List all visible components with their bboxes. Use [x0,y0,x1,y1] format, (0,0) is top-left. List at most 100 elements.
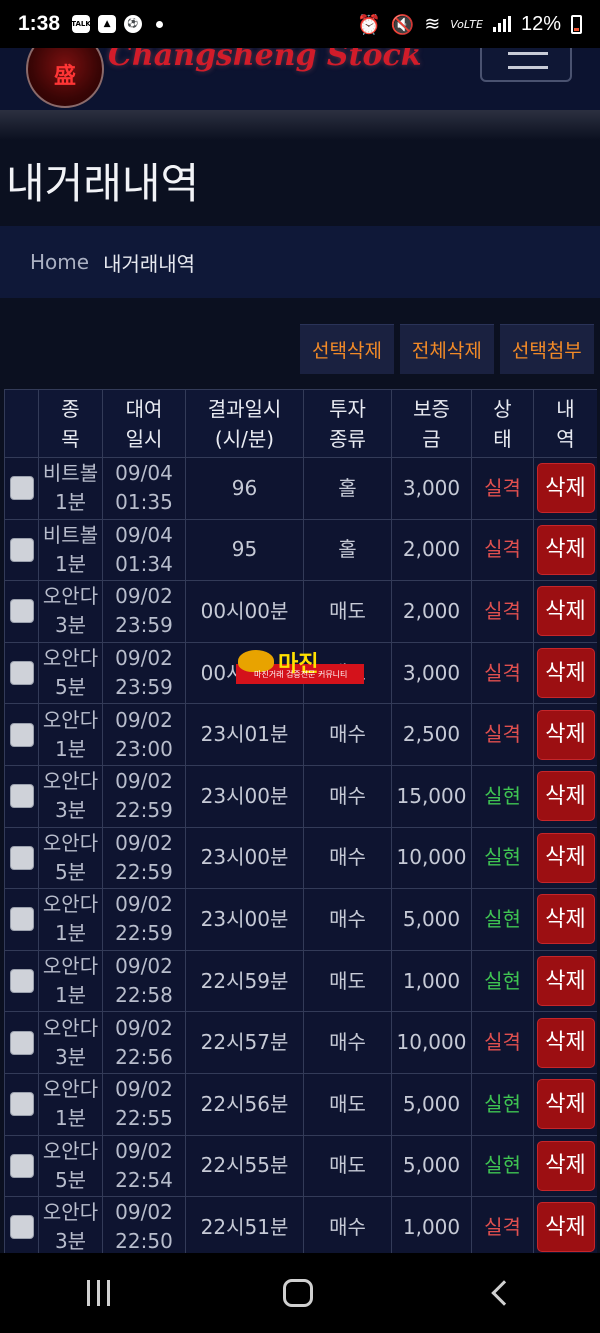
delete-button[interactable]: 삭제 [536,709,595,760]
row-checkbox[interactable] [9,661,34,686]
deposit-amount: 10,000 [391,1011,472,1074]
column-header: 보증 금 [391,389,472,458]
row-select-cell [4,457,39,520]
item-name: 오안다 5분 [38,1134,103,1198]
recent-apps-icon[interactable] [86,1280,110,1306]
column-header-label: 결과일시 (시/분) [207,396,282,451]
result-time: 22시51분 [185,1196,304,1253]
result-time: 22시59분 [185,949,304,1013]
delete-button[interactable]: 삭제 [536,1140,595,1191]
page-title: 내거래내역 [6,159,200,208]
investment-type: 매도 [303,1072,392,1136]
delete-button[interactable]: 삭제 [536,648,595,699]
row-checkbox[interactable] [9,722,34,747]
column-header: 결과일시 (시/분) [185,389,304,458]
result-time: 23시00분 [185,888,304,951]
delete-button[interactable]: 삭제 [536,524,595,575]
column-header-label: 종 목 [61,396,80,451]
trade-history-table: 종 목 대여 일시 결과일시 (시/분) 투자 종류 보증 금 상 태 내 역 비트볼 1분… [4,389,597,1253]
item-name: 비트볼 1분 [38,457,103,520]
deposit-amount: 5,000 [391,1072,472,1136]
battery-icon [571,14,582,34]
row-checkbox[interactable] [9,537,34,562]
select-attach-button[interactable]: 선택첨부 [499,324,594,374]
table-row: 오안다 3분 09/02 23:59 00시00분 매도 2,000 실격 삭제 [4,580,597,643]
delete-button[interactable]: 삭제 [536,956,595,1007]
watermark-logo: 마진 마진거래 검증전문 커뮤니티 [236,650,364,684]
row-checkbox[interactable] [9,1092,34,1117]
column-header: 종 목 [38,389,103,458]
table-header-row: 종 목 대여 일시 결과일시 (시/분) 투자 종류 보증 금 상 태 내 역 [4,389,597,458]
history-cell: 삭제 [533,457,597,520]
row-select-cell [4,949,39,1013]
wifi-icon: ≋ [424,13,441,35]
row-checkbox[interactable] [9,784,34,809]
delete-button[interactable]: 삭제 [536,771,595,822]
image-icon: ▲ [98,15,117,33]
rent-datetime: 09/02 22:55 [102,1072,186,1136]
rent-datetime: 09/02 23:00 [102,703,186,766]
delete-button[interactable]: 삭제 [536,1017,595,1068]
row-select-cell [4,1196,39,1253]
status-badge: 실현 [471,888,534,951]
breadcrumb-home-link[interactable]: Home [30,250,89,274]
alarm-icon: ⏰ [357,13,381,36]
delete-button[interactable]: 삭제 [536,1202,595,1253]
hamburger-menu-button[interactable] [480,48,572,82]
rent-datetime: 09/04 01:34 [102,518,186,582]
header-select-cell [4,389,39,458]
signal-icon [492,16,511,32]
rent-datetime: 09/02 22:50 [102,1196,186,1253]
volte-icon: VoLTE [450,17,483,31]
delete-all-button[interactable]: 전체삭제 [399,324,494,374]
row-checkbox[interactable] [9,969,34,994]
table-row: 오안다 1분 09/02 22:58 22시59분 매도 1,000 실현 삭제 [4,949,597,1013]
status-badge: 실격 [471,641,534,705]
table-row: 오안다 3분 09/02 22:50 22시51분 매수 1,000 실격 삭제 [4,1196,597,1253]
deposit-amount: 5,000 [391,1134,472,1198]
trade-history-table-container[interactable]: 종 목 대여 일시 결과일시 (시/분) 투자 종류 보증 금 상 태 내 역 비트볼 1분… [4,389,597,1253]
column-header-label: 투자 종류 [329,396,366,451]
status-badge: 실격 [471,1011,534,1074]
row-checkbox[interactable] [9,845,34,870]
status-bar: 1:38 TALK ▲ ⚽ ⏰ 🔇 ≋ VoLTE 12% [0,0,600,48]
column-header-label: 상 태 [493,396,512,451]
status-badge: 실격 [471,1196,534,1253]
delete-button[interactable]: 삭제 [536,894,595,945]
home-icon[interactable] [283,1279,314,1307]
select-delete-button[interactable]: 선택삭제 [300,324,394,374]
delete-button[interactable]: 삭제 [536,463,595,514]
row-checkbox[interactable] [9,1153,34,1178]
investment-type: 매도 [303,949,392,1013]
row-select-cell [4,703,39,766]
deposit-amount: 5,000 [391,888,472,951]
item-name: 오안다 3분 [38,1196,103,1253]
rent-datetime: 09/02 22:59 [102,888,186,951]
logo-text[interactable]: Changsheng Stock [108,48,422,73]
breadcrumb: Home 내거래내역 [0,226,600,298]
item-name: 오안다 1분 [38,888,103,951]
row-checkbox[interactable] [9,599,34,624]
history-cell: 삭제 [533,518,597,582]
delete-button[interactable]: 삭제 [536,586,595,637]
result-time: 23시00분 [185,764,304,828]
row-select-cell [4,580,39,643]
delete-button[interactable]: 삭제 [536,832,595,883]
row-checkbox[interactable] [9,476,34,501]
row-checkbox[interactable] [9,1030,34,1055]
investment-type: 매도 [303,1134,392,1198]
row-checkbox[interactable] [9,907,34,932]
back-icon[interactable] [491,1280,517,1306]
row-select-cell [4,641,39,705]
logo-char: 盛 [53,64,76,89]
delete-button[interactable]: 삭제 [536,1079,595,1130]
row-checkbox[interactable] [9,1215,34,1240]
result-time: 96 [185,457,304,520]
logo-emblem[interactable]: 盛 [26,48,104,108]
result-time: 23시00분 [185,826,304,890]
result-time: 23시01분 [185,703,304,766]
history-cell: 삭제 [533,1134,597,1198]
item-name: 비트볼 1분 [38,518,103,582]
column-header-label: 대여 일시 [125,396,163,451]
rent-datetime: 09/02 22:58 [102,949,186,1013]
